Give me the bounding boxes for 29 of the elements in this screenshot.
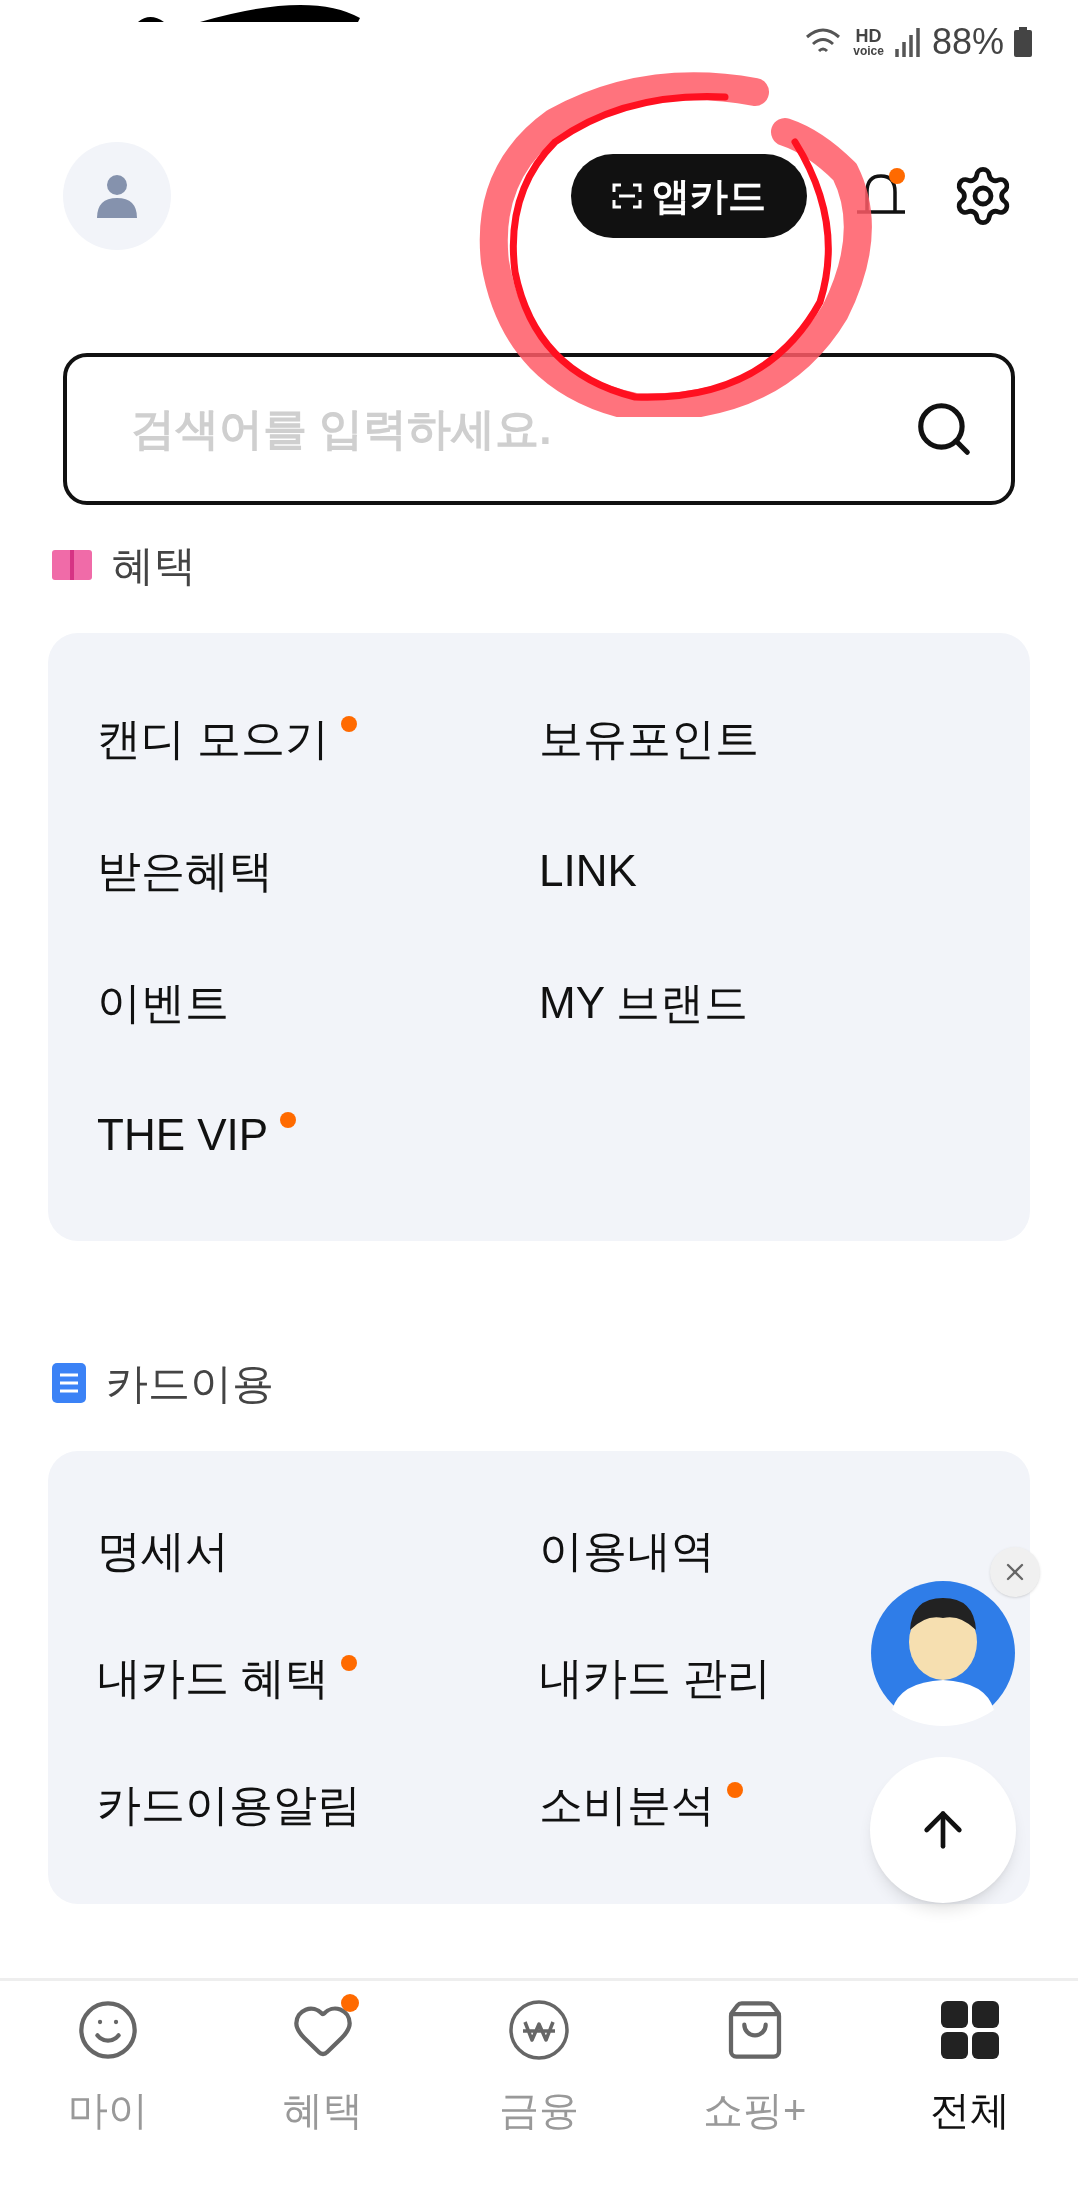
scan-icon — [612, 183, 642, 209]
menu-item[interactable]: 명세서 — [97, 1517, 229, 1584]
menu-item[interactable]: 카드이용알림 — [97, 1771, 361, 1838]
battery-percent: 88% — [931, 20, 1004, 64]
person-icon — [97, 174, 137, 218]
grid-icon — [941, 2000, 1000, 2059]
app-card-button[interactable]: 앱카드 — [571, 154, 807, 238]
won-coin-icon — [507, 1997, 571, 2062]
gift-icon — [52, 550, 92, 580]
battery-icon — [1014, 27, 1032, 57]
signal-icon — [893, 27, 922, 57]
nav-tab[interactable]: 전체 — [862, 1981, 1078, 2156]
menu-item[interactable]: 이벤트 — [97, 970, 229, 1036]
menu-item[interactable]: THE VIP — [97, 1102, 269, 1168]
document-icon — [52, 1363, 86, 1403]
menu-item[interactable]: LINK — [539, 838, 637, 904]
character-avatar[interactable] — [870, 1580, 1016, 1726]
menu-item[interactable]: 보유포인트 — [539, 706, 759, 772]
section-title: 혜택 — [112, 540, 196, 591]
menu-item[interactable]: 소비분석 — [539, 1771, 715, 1838]
menu-item[interactable]: 내카드 관리 — [539, 1644, 772, 1711]
menu-item[interactable]: 캔디 모으기 — [97, 706, 330, 772]
menu-item[interactable]: MY 브랜드 — [539, 970, 749, 1036]
menu-item[interactable]: 이용내역 — [539, 1517, 715, 1584]
voice-label: voice — [853, 45, 884, 57]
menu-item[interactable]: 받은혜택 — [97, 838, 273, 904]
section-title: 카드이용 — [106, 1358, 274, 1409]
hd-label: HD — [855, 27, 882, 45]
menu-item[interactable]: 내카드 혜택 — [97, 1644, 330, 1711]
